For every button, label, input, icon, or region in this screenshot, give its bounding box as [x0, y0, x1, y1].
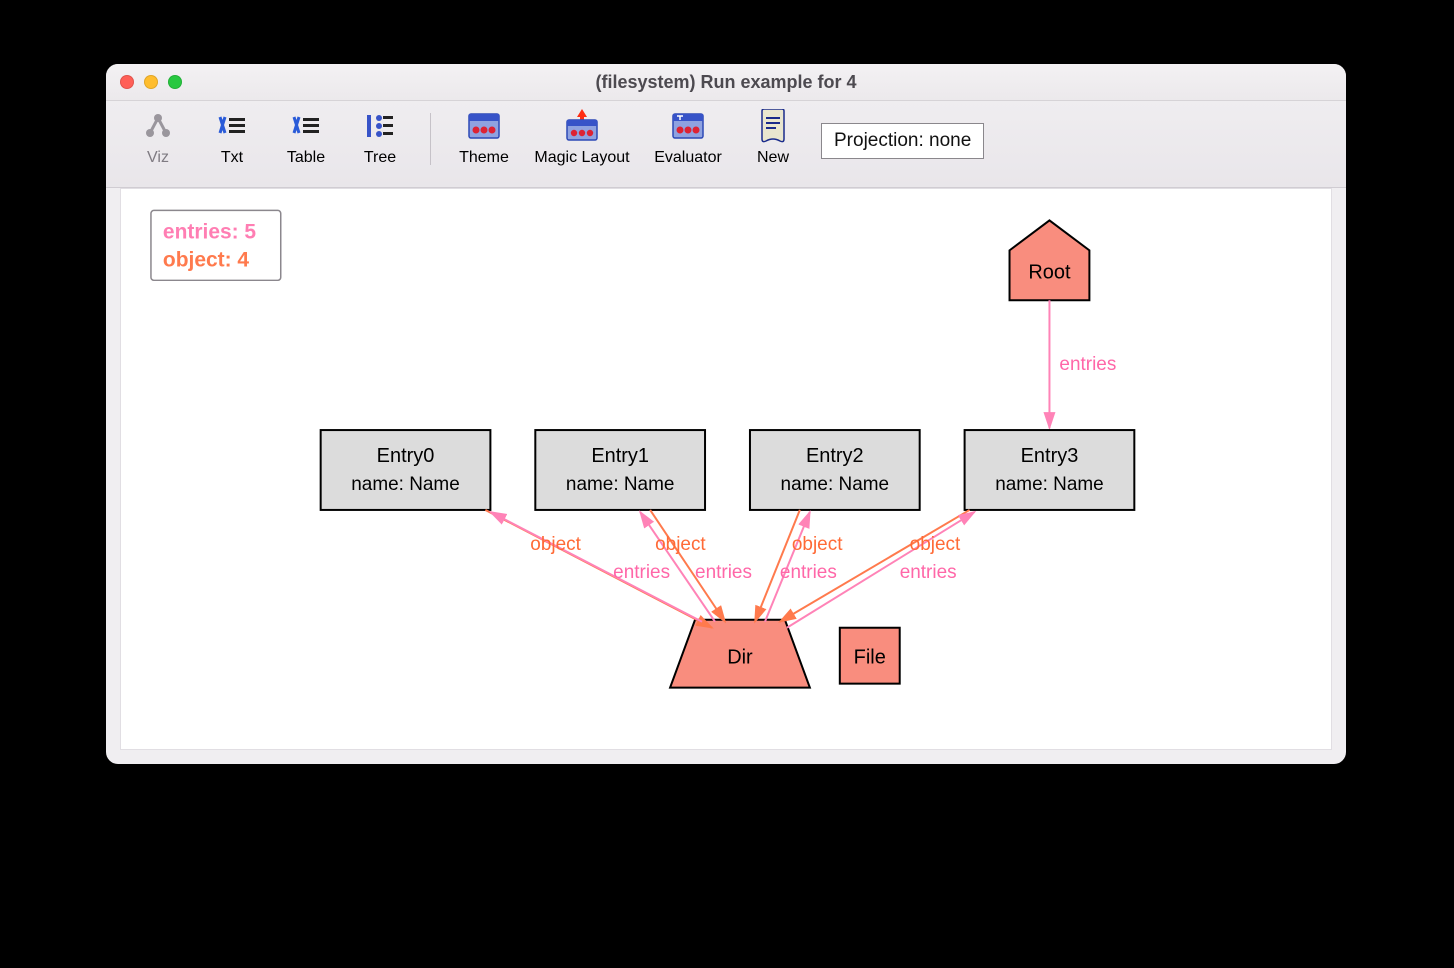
edge-root-entry3-label: entries: [1059, 354, 1116, 375]
entry3-node[interactable]: Entry3 name: Name: [965, 430, 1135, 510]
edge-dir-entry3-label: entries: [900, 562, 957, 583]
window-controls: [120, 75, 182, 89]
evaluator-button[interactable]: Evaluator: [643, 109, 733, 167]
edge-dir-entry2-label: entries: [695, 562, 752, 583]
entry3-title: Entry3: [1021, 445, 1079, 467]
legend: entries: 5 object: 4: [151, 210, 281, 280]
new-label: New: [757, 149, 789, 167]
entry2-node[interactable]: Entry2 name: Name: [750, 430, 920, 510]
entry0-sub: name: Name: [351, 474, 460, 495]
entry1-node[interactable]: Entry1 name: Name: [535, 430, 705, 510]
legend-entries-line: entries: 5: [163, 220, 257, 243]
minimize-window-button[interactable]: [144, 75, 158, 89]
new-button[interactable]: New: [739, 109, 807, 167]
txt-label: Txt: [221, 149, 243, 167]
entry1-sub: name: Name: [566, 474, 675, 495]
dir-node[interactable]: Dir: [670, 620, 810, 688]
edge-entry2-object-label: object: [792, 534, 843, 555]
evaluator-label: Evaluator: [654, 149, 722, 167]
diagram-canvas[interactable]: entries: 5 object: 4 Root entries Entry0…: [120, 188, 1332, 750]
viz-icon: [141, 109, 175, 143]
evaluator-icon: [671, 109, 705, 143]
entry0-node[interactable]: Entry0 name: Name: [321, 430, 491, 510]
magic-layout-label: Magic Layout: [534, 149, 629, 167]
viz-tab[interactable]: Viz: [124, 109, 192, 167]
theme-label: Theme: [459, 149, 509, 167]
new-icon: [756, 109, 790, 143]
table-tab[interactable]: Table: [272, 109, 340, 167]
table-label: Table: [287, 149, 325, 167]
root-node[interactable]: Root: [1010, 220, 1090, 300]
toolbar-separator: [430, 113, 431, 165]
file-label: File: [854, 647, 886, 669]
edge-dir-entry1-label: entries: [613, 562, 670, 583]
maximize-window-button[interactable]: [168, 75, 182, 89]
edge-dir-entry2b-label: entries: [780, 562, 837, 583]
tree-tab[interactable]: Tree: [346, 109, 414, 167]
entry1-title: Entry1: [591, 445, 649, 467]
legend-object-line: object: 4: [163, 248, 250, 271]
dir-label: Dir: [727, 647, 753, 669]
edge-entry3-object-label: object: [910, 534, 961, 555]
tree-icon: [363, 109, 397, 143]
projection-selector[interactable]: Projection: none: [821, 123, 984, 159]
txt-icon: [215, 109, 249, 143]
edge-entry0-object-label: object: [530, 534, 581, 555]
file-node[interactable]: File: [840, 628, 900, 684]
root-label: Root: [1028, 261, 1071, 283]
close-window-button[interactable]: [120, 75, 134, 89]
entry3-sub: name: Name: [995, 474, 1104, 495]
toolbar: Viz Txt Table: [106, 101, 1346, 188]
txt-tab[interactable]: Txt: [198, 109, 266, 167]
entry0-title: Entry0: [377, 445, 435, 467]
viz-label: Viz: [147, 149, 169, 167]
window-title: (filesystem) Run example for 4: [106, 72, 1346, 93]
edge-entry1-object-label: object: [655, 534, 706, 555]
entry2-sub: name: Name: [781, 474, 890, 495]
app-window: (filesystem) Run example for 4 Viz: [106, 64, 1346, 764]
entry2-title: Entry2: [806, 445, 864, 467]
title-bar[interactable]: (filesystem) Run example for 4: [106, 64, 1346, 101]
magic-layout-button[interactable]: Magic Layout: [527, 109, 637, 167]
table-icon: [289, 109, 323, 143]
edge-dir-entry0: [490, 512, 702, 622]
theme-button[interactable]: Theme: [447, 109, 521, 167]
tree-label: Tree: [364, 149, 396, 167]
magic-layout-icon: [565, 109, 599, 143]
theme-icon: [467, 109, 501, 143]
